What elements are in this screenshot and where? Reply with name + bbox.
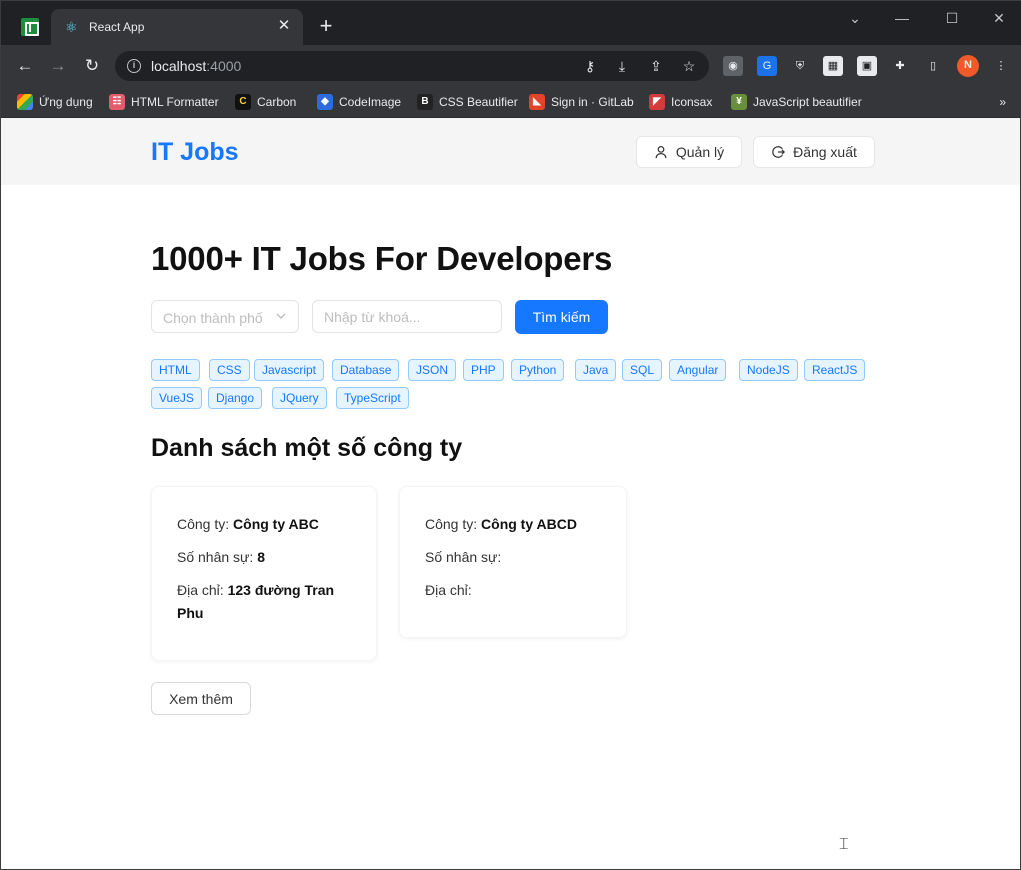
site-logo[interactable]: IT Jobs [151,138,239,167]
user-icon [655,145,667,159]
manage-label: Quản lý [675,144,725,160]
bookmarks-bar: Ứng dụng ☷ HTML Formatter C Carbon ◆ Cod… [1,87,1021,118]
company-card-abcd[interactable]: Công ty: Công ty ABCD Số nhân sự: Địa ch… [399,486,627,638]
bookmark-gitlab[interactable]: ◣ Sign in · GitLab [529,92,634,112]
more-bookmarks-icon[interactable]: » [999,95,1006,109]
tab-search-chevron-icon[interactable]: ⌄ [844,7,866,29]
tag-php[interactable]: PHP [463,359,504,381]
tag-database[interactable]: Database [332,359,400,381]
tab-react-app[interactable]: ⚛ React App ✕ [51,9,303,45]
minimize-icon[interactable]: — [891,7,913,29]
more-menu-icon[interactable]: ⋮ [991,56,1011,76]
tag-sql[interactable]: SQL [622,359,663,381]
logout-label: Đăng xuất [793,144,857,160]
site-info-icon[interactable]: i [127,59,141,73]
side-panel-icon[interactable]: ▯ [923,56,943,76]
company-staff-row: Số nhân sự: 8 [177,549,265,565]
carbon-icon: C [235,94,251,110]
puzzle-extensions-icon[interactable]: ✚ [890,56,910,76]
url-text: localhost:4000 [151,58,242,74]
address-bar[interactable]: i localhost:4000 ⚷ ⤓ ⇪ ☆ [115,51,709,81]
forward-icon[interactable]: → [47,55,69,77]
company-card-abc[interactable]: Công ty: Công ty ABC Số nhân sự: 8 Địa c… [151,486,377,661]
share-icon[interactable]: ⇪ [647,57,665,75]
text-cursor-icon: ⌶ [839,836,849,853]
html-formatter-icon: ☷ [109,94,125,110]
new-tab-icon[interactable]: + [315,15,337,37]
iconsax-icon: ◤ [649,94,665,110]
profile-avatar[interactable]: N [957,55,979,77]
bookmark-apps[interactable]: Ứng dụng [17,92,93,112]
js-beautifier-icon: ¥ [731,94,747,110]
install-app-icon[interactable]: ⤓ [613,57,631,75]
tag-javascript[interactable]: Javascript [254,359,325,381]
company-staff: 8 [257,549,265,565]
codeimage-icon: ◆ [317,94,333,110]
city-select[interactable]: Chọn thành phố [151,300,299,333]
tag-python[interactable]: Python [511,359,565,381]
maximize-icon[interactable]: ☐ [941,7,963,29]
company-name: Công ty ABC [233,516,319,532]
tag-java[interactable]: Java [575,359,617,381]
view-more-button[interactable]: Xem thêm [151,682,251,715]
companies-section-title: Danh sách một số công ty [151,434,463,462]
translate-extension-icon[interactable]: G [757,56,777,76]
bookmark-js-beautifier[interactable]: ¥ JavaScript beautifier [731,92,862,112]
react-icon: ⚛ [65,19,78,35]
tag-json[interactable]: JSON [408,359,457,381]
company-address-row: Địa chỉ: [425,582,472,598]
search-button[interactable]: Tìm kiếm [515,300,608,334]
page-content: IT Jobs Quản lý Đăng xuất 1000+ IT Jobs … [1,118,1020,869]
company-name-row: Công ty: Công ty ABCD [425,516,577,532]
sheets-app-icon[interactable] [21,18,39,36]
bookmark-carbon[interactable]: C Carbon [235,92,296,112]
tag-html[interactable]: HTML [151,359,200,381]
qr-code-extension-icon[interactable]: ▦ [823,56,843,76]
reload-icon[interactable]: ↻ [81,55,103,77]
close-tab-icon[interactable]: ✕ [275,17,293,35]
city-select-placeholder: Chọn thành phố [163,310,263,326]
logout-icon [772,146,786,158]
tab-strip: ⚛ React App ✕ + ⌄ — ☐ ✕ [1,1,1021,45]
password-key-icon[interactable]: ⚷ [581,57,599,75]
browser-window: ⚛ React App ✕ + ⌄ — ☐ ✕ ← → ↻ i localhos… [0,0,1021,870]
tag-jquery[interactable]: JQuery [272,387,327,409]
hero-title: 1000+ IT Jobs For Developers [151,240,613,277]
tab-title: React App [89,20,145,34]
bookmark-star-icon[interactable]: ☆ [680,57,698,75]
tag-typescript[interactable]: TypeScript [336,387,409,409]
bookmark-css-beautifier[interactable]: B CSS Beautifier [417,92,518,112]
tag-nodejs[interactable]: NodeJS [739,359,798,381]
site-header: IT Jobs Quản lý Đăng xuất [1,118,1020,185]
tag-django[interactable]: Django [208,387,263,409]
chevron-down-icon [276,313,286,319]
company-name-row: Công ty: Công ty ABC [177,516,319,532]
manage-button[interactable]: Quản lý [636,136,742,168]
gitlab-icon: ◣ [529,94,545,110]
apps-grid-icon [17,94,33,110]
company-address-row: Địa chỉ: 123 đường Tran Phu [177,582,335,621]
css-beautifier-icon: B [417,94,433,110]
bookmark-html-formatter[interactable]: ☷ HTML Formatter [109,92,219,112]
close-window-icon[interactable]: ✕ [988,7,1010,29]
keyword-input[interactable] [312,300,502,333]
tag-vuejs[interactable]: VueJS [151,387,202,409]
browser-toolbar: ← → ↻ i localhost:4000 ⚷ ⤓ ⇪ ☆ ◉ G ⛨ ▦ ▣… [1,45,1021,87]
camera-extension-icon[interactable]: ◉ [723,56,743,76]
back-icon[interactable]: ← [14,55,36,77]
tag-reactjs[interactable]: ReactJS [804,359,866,381]
tag-angular[interactable]: Angular [669,359,727,381]
company-staff-row: Số nhân sự: [425,549,502,565]
bookmark-codeimage[interactable]: ◆ CodeImage [317,92,401,112]
bookmark-iconsax[interactable]: ◤ Iconsax [649,92,712,112]
tag-css[interactable]: CSS [209,359,250,381]
shield-extension-icon[interactable]: ⛨ [790,56,810,76]
company-name: Công ty ABCD [481,516,577,532]
screen-capture-extension-icon[interactable]: ▣ [857,56,877,76]
logout-button[interactable]: Đăng xuất [753,136,875,168]
